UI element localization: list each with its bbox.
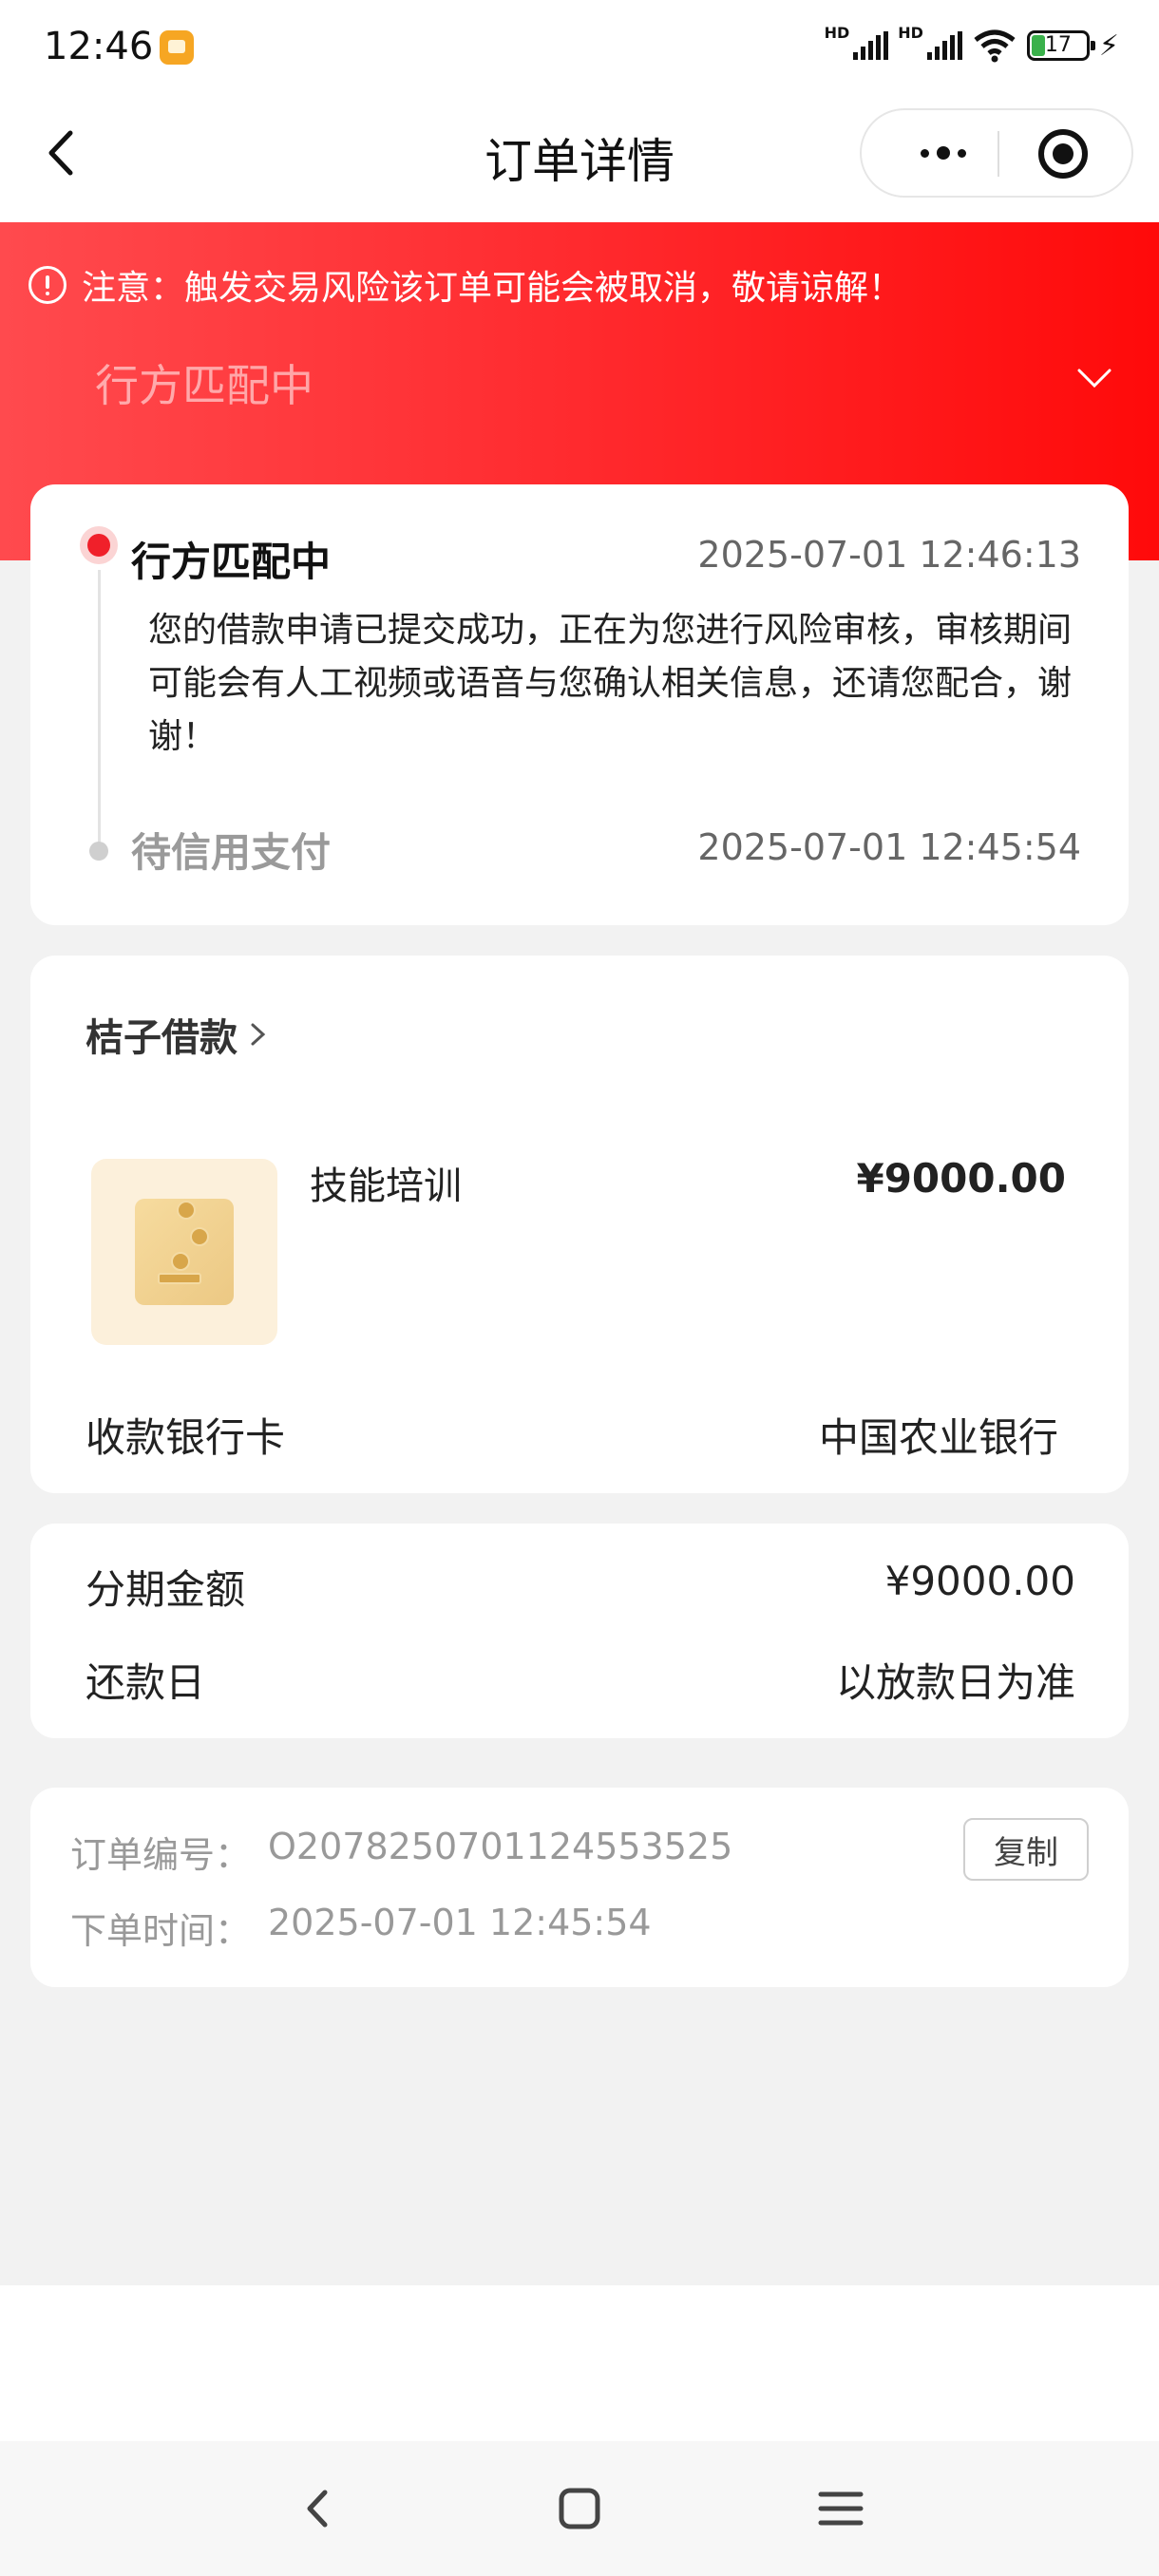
nav-header: 订单详情 — [0, 95, 1159, 222]
order-info-card: 订单编号： O2078250701124553525 复制 下单时间： 2025… — [30, 1788, 1129, 1987]
wifi-icon — [974, 29, 1016, 63]
notification-icon — [160, 30, 194, 65]
nav-menu-icon[interactable] — [808, 2475, 874, 2542]
coin-icon — [171, 1252, 190, 1271]
network-type-2: HD — [898, 23, 923, 42]
product-name: 技能培训 — [310, 1165, 462, 1208]
order-time-label: 下单时间： — [70, 1910, 252, 1952]
close-miniprogram-icon[interactable] — [1038, 129, 1088, 179]
installment-amount-label: 分期金额 — [86, 1566, 246, 1613]
timeline-line — [98, 570, 101, 855]
nav-home-icon[interactable] — [546, 2475, 613, 2542]
repayment-day-label: 还款日 — [86, 1659, 206, 1706]
network-type-1: HD — [824, 23, 850, 42]
repayment-day-value: 以放款日为准 — [835, 1659, 1075, 1706]
product-card: 桔子借款 技能培训 ¥9000.00 收款银行卡 中国农业银行 — [30, 956, 1129, 1493]
miniprogram-capsule — [860, 108, 1133, 198]
battery-icon: 17 — [1026, 30, 1095, 61]
product-price: ¥9000.00 — [856, 1155, 1066, 1202]
timeline-dot — [89, 842, 108, 861]
status-icons: HD HD 17 ⚡ — [824, 23, 1119, 66]
merchant-link[interactable]: 桔子借款 — [86, 1007, 270, 1062]
capsule-divider — [998, 131, 999, 177]
progress-timeline-card: 行方匹配中 2025-07-01 12:46:13 您的借款申请已提交成功，正在… — [30, 484, 1129, 925]
installment-card: 分期金额 ¥9000.00 还款日 以放款日为准 — [30, 1524, 1129, 1738]
more-icon[interactable] — [890, 110, 997, 196]
chevron-right-icon — [251, 1023, 266, 1046]
timeline-step-time: 2025-07-01 12:45:54 — [697, 826, 1081, 868]
bank-card-label: 收款银行卡 — [86, 1414, 286, 1461]
merchant-name: 桔子借款 — [86, 1016, 238, 1060]
order-number-value: O2078250701124553525 — [268, 1826, 733, 1867]
risk-warning: 注意：触发交易风险该订单可能会被取消，敬请谅解！ — [28, 260, 902, 310]
signal-icon-2 — [926, 31, 962, 60]
nav-back-icon[interactable] — [285, 2475, 352, 2542]
charging-icon: ⚡ — [1098, 28, 1119, 63]
chevron-down-icon[interactable] — [1075, 359, 1113, 397]
timeline-dot-active — [80, 526, 118, 564]
timeline-step-description: 您的借款申请已提交成功，正在为您进行风险审核，审核期间可能会有人工视频或语音与您… — [148, 611, 1073, 756]
timeline-step-time: 2025-07-01 12:46:13 — [697, 534, 1081, 576]
order-number-label: 订单编号： — [70, 1834, 252, 1876]
warning-icon — [28, 266, 66, 304]
status-time: 12:46 — [44, 25, 154, 68]
order-time-value: 2025-07-01 12:45:54 — [268, 1902, 652, 1943]
system-nav-bar — [0, 2441, 1159, 2576]
timeline-step-title: 行方匹配中 — [131, 539, 332, 585]
battery-level: 17 — [1044, 33, 1072, 57]
timeline-step-title: 待信用支付 — [131, 829, 332, 876]
risk-warning-text: 注意：触发交易风险该订单可能会被取消，敬请谅解！ — [82, 269, 903, 308]
coin-icon — [177, 1201, 196, 1220]
installment-amount-value: ¥9000.00 — [884, 1558, 1075, 1604]
page-content: 注意：触发交易风险该订单可能会被取消，敬请谅解！ 行方匹配中 行方匹配中 202… — [0, 222, 1159, 2285]
coin-icon — [158, 1273, 201, 1284]
copy-button[interactable]: 复制 — [963, 1818, 1089, 1881]
signal-icon-1 — [853, 31, 889, 60]
product-image — [91, 1159, 277, 1345]
bank-card-value: 中国农业银行 — [818, 1414, 1058, 1461]
banner-status-text: 行方匹配中 — [95, 360, 314, 411]
status-bar: 12:46 HD HD 17 ⚡ — [0, 0, 1159, 95]
coin-icon — [190, 1227, 209, 1246]
